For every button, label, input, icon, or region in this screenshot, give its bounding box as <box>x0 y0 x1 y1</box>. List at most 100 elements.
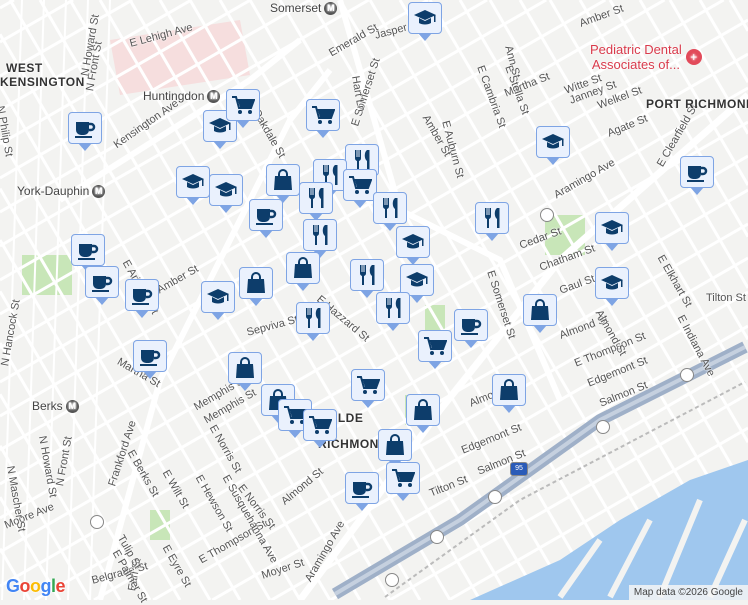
metro-icon: M <box>92 185 106 199</box>
coffee-icon <box>75 122 96 138</box>
poi-name: Associates of... <box>591 57 680 72</box>
coffee-marker[interactable] <box>68 112 102 151</box>
coffee-marker[interactable] <box>133 340 167 379</box>
school-icon <box>182 174 204 189</box>
route-shield-icon <box>90 515 104 529</box>
coffee-icon <box>132 289 153 305</box>
poi-pediatric-dental[interactable]: Pediatric Dental Associates of... + <box>590 42 702 72</box>
bag-icon <box>414 399 432 420</box>
restaurant-marker[interactable] <box>373 192 407 231</box>
google-logo: Google <box>6 576 66 596</box>
school-marker[interactable] <box>396 226 430 265</box>
coffee-icon <box>140 350 161 366</box>
station-huntingdon[interactable]: Huntingdon M <box>143 89 221 104</box>
restaurant-marker[interactable] <box>475 202 509 241</box>
school-marker[interactable] <box>536 126 570 165</box>
route-shield-icon <box>430 530 444 544</box>
cart-icon <box>349 176 372 194</box>
bag-marker[interactable] <box>406 394 440 433</box>
cart-marker[interactable] <box>343 169 377 208</box>
restaurant-marker[interactable] <box>376 292 410 331</box>
school-marker[interactable] <box>595 212 629 251</box>
station-name: Somerset <box>270 1 322 15</box>
restaurant-marker[interactable] <box>299 182 333 221</box>
school-icon <box>414 10 436 25</box>
area-label: KENSINGTON <box>0 75 85 89</box>
coffee-icon <box>461 319 482 335</box>
school-marker[interactable] <box>595 267 629 306</box>
coffee-marker[interactable] <box>71 234 105 273</box>
cart-marker[interactable] <box>418 330 452 369</box>
coffee-icon <box>352 482 373 498</box>
cart-marker[interactable] <box>226 89 260 128</box>
school-icon <box>402 234 424 249</box>
route-shield-icon <box>385 573 399 587</box>
school-icon <box>542 134 564 149</box>
cart-marker[interactable] <box>351 369 385 408</box>
school-marker[interactable] <box>176 166 210 205</box>
bag-marker[interactable] <box>239 267 273 306</box>
restaurant-marker[interactable] <box>296 302 330 341</box>
school-marker[interactable] <box>408 2 442 41</box>
bag-icon <box>236 357 254 378</box>
bag-marker[interactable] <box>266 164 300 203</box>
bag-marker[interactable] <box>228 352 262 391</box>
coffee-marker[interactable] <box>85 266 119 305</box>
coffee-marker[interactable] <box>249 199 283 238</box>
metro-icon: M <box>324 2 338 16</box>
coffee-marker[interactable] <box>680 156 714 195</box>
cart-icon <box>392 469 415 487</box>
bag-icon <box>500 379 518 400</box>
cart-icon <box>424 337 447 355</box>
bag-icon <box>294 257 312 278</box>
restaurant-icon <box>305 308 321 328</box>
poi-name: Pediatric Dental <box>590 42 682 57</box>
restaurant-icon <box>484 208 500 228</box>
coffee-marker[interactable] <box>125 279 159 318</box>
school-icon <box>601 220 623 235</box>
coffee-icon <box>687 166 708 182</box>
restaurant-marker[interactable] <box>303 219 337 258</box>
restaurant-marker[interactable] <box>350 259 384 298</box>
restaurant-icon <box>312 225 328 245</box>
station-york-dauphin[interactable]: York-Dauphin M <box>17 184 106 199</box>
coffee-marker[interactable] <box>345 472 379 511</box>
cart-marker[interactable] <box>303 409 337 448</box>
bag-icon <box>386 434 404 455</box>
school-marker[interactable] <box>201 281 235 320</box>
route-shield-icon <box>540 208 554 222</box>
restaurant-icon <box>385 298 401 318</box>
station-name: Berks <box>32 399 63 413</box>
bag-marker[interactable] <box>492 374 526 413</box>
school-icon <box>207 289 229 304</box>
area-label: WEST <box>6 61 43 75</box>
restaurant-icon <box>308 188 324 208</box>
street-label: Tilton St <box>706 292 746 304</box>
cart-icon <box>357 376 380 394</box>
cart-marker[interactable] <box>306 99 340 138</box>
station-name: Huntingdon <box>143 89 205 103</box>
route-shield-icon <box>596 420 610 434</box>
restaurant-icon <box>382 198 398 218</box>
cart-marker[interactable] <box>386 462 420 501</box>
bag-icon <box>247 272 265 293</box>
school-marker[interactable] <box>209 174 243 213</box>
route-shield-icon <box>488 490 502 504</box>
bag-marker[interactable] <box>523 294 557 333</box>
coffee-icon <box>78 244 99 260</box>
bag-icon <box>274 169 292 190</box>
area-label: PORT RICHMOND <box>646 97 748 111</box>
bag-marker[interactable] <box>378 429 412 468</box>
dental-icon: + <box>685 49 702 65</box>
school-icon <box>215 182 237 197</box>
school-icon <box>601 275 623 290</box>
metro-icon: M <box>65 400 79 414</box>
bag-marker[interactable] <box>286 252 320 291</box>
school-icon <box>406 272 428 287</box>
station-somerset[interactable]: Somerset M <box>270 1 338 16</box>
route-shield-icon <box>680 368 694 382</box>
cart-icon <box>232 96 255 114</box>
station-berks[interactable]: Berks M <box>32 399 79 414</box>
coffee-marker[interactable] <box>454 309 488 348</box>
map-attribution[interactable]: Map data ©2026 Google <box>628 585 748 600</box>
